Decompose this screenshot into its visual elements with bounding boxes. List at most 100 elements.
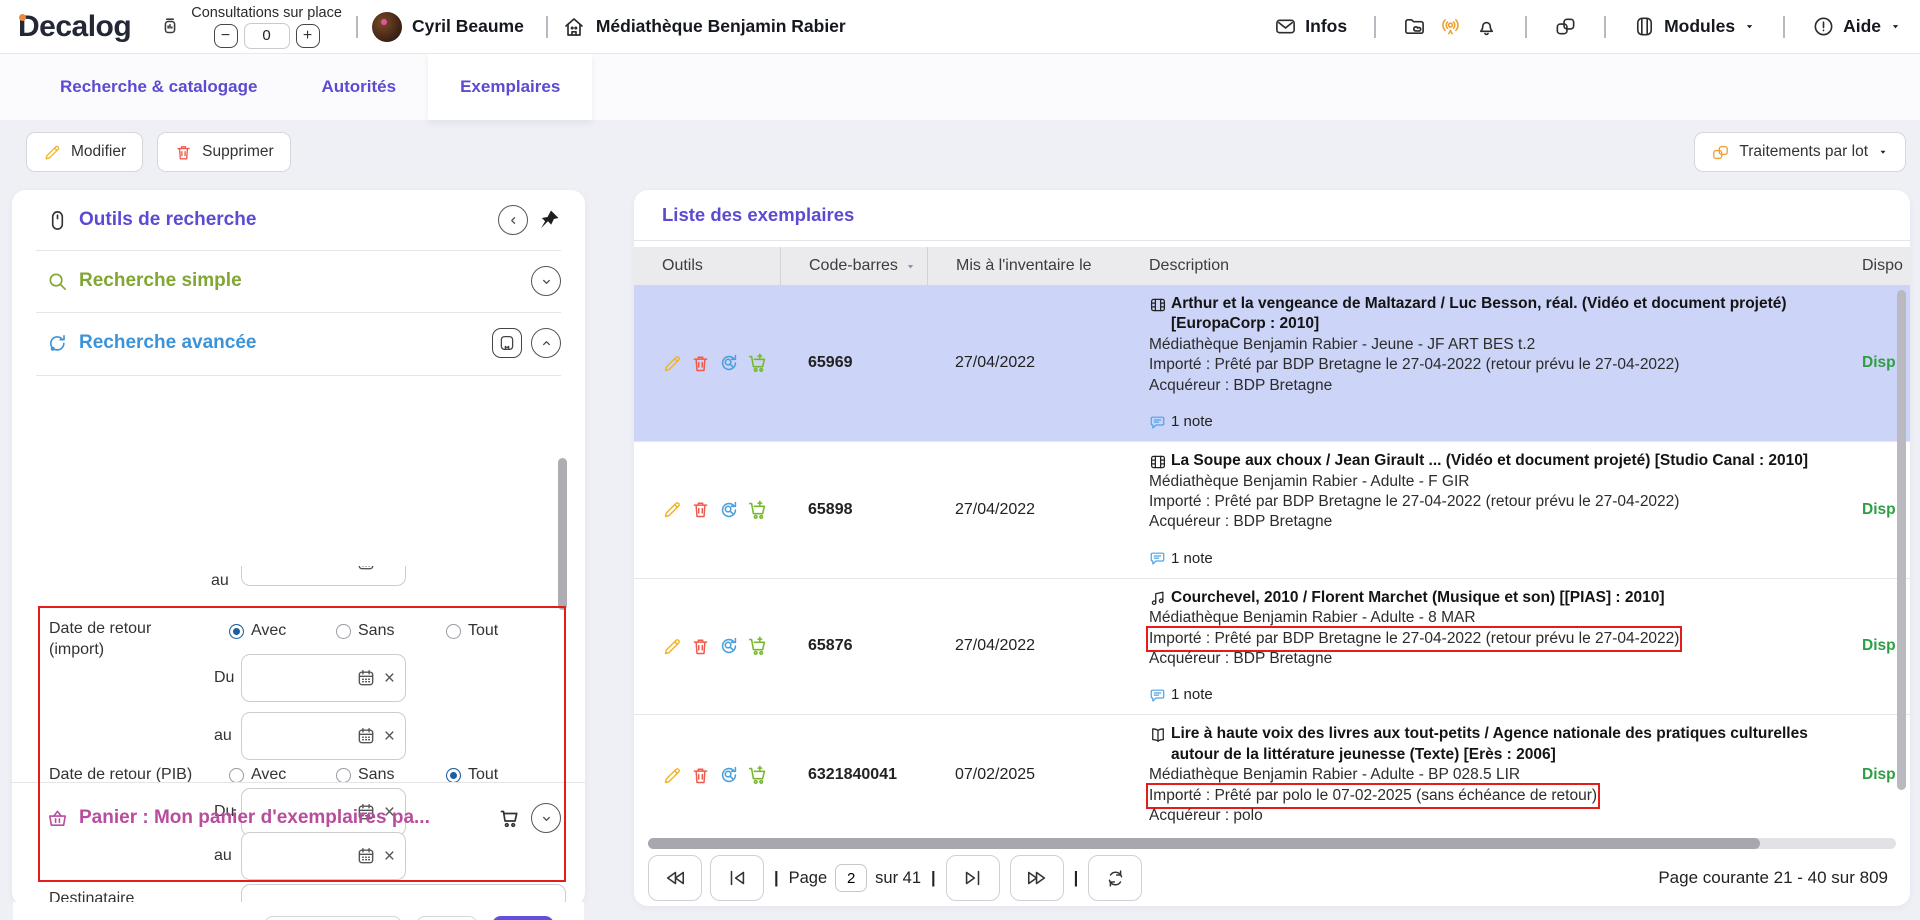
media-type-icon bbox=[1149, 590, 1167, 608]
help-menu[interactable]: Aide bbox=[1812, 15, 1902, 38]
horizontal-scrollbar-track[interactable] bbox=[648, 838, 1896, 849]
expand-simple-search-button[interactable] bbox=[531, 266, 561, 296]
fast-forward-icon bbox=[1026, 867, 1048, 889]
radio-label: Sans bbox=[358, 622, 394, 640]
delete-button[interactable]: Supprimer bbox=[157, 132, 291, 172]
destinataire-input[interactable] bbox=[241, 884, 566, 902]
search-related-icon[interactable] bbox=[718, 352, 740, 374]
collapse-panel-button[interactable] bbox=[498, 205, 528, 235]
fast-previous-button[interactable] bbox=[648, 855, 702, 901]
decrement-button[interactable]: − bbox=[214, 24, 238, 48]
clear-date-icon[interactable]: × bbox=[384, 847, 395, 866]
item-imported-status: Importé : Prêté par BDP Bretagne le 27-0… bbox=[1149, 356, 1679, 373]
delete-item-icon[interactable] bbox=[690, 636, 711, 657]
edit-item-icon[interactable] bbox=[662, 636, 683, 657]
table-row[interactable]: 65969 27/04/2022 Arthur et la vengeance … bbox=[634, 285, 1910, 442]
section-outils-de-recherche[interactable]: Outils de recherche bbox=[12, 190, 585, 250]
broadcast-icon[interactable] bbox=[1439, 15, 1462, 38]
edit-item-icon[interactable] bbox=[662, 353, 683, 374]
item-location: Médiathèque Benjamin Rabier - Jeune - JF… bbox=[1149, 335, 1844, 355]
sort-caret-icon bbox=[904, 260, 917, 273]
radio-dot bbox=[336, 624, 351, 639]
library-house-icon bbox=[562, 15, 586, 39]
calendar-icon[interactable] bbox=[356, 846, 376, 866]
add-to-cart-icon[interactable] bbox=[747, 499, 769, 521]
mouse-icon bbox=[46, 209, 69, 232]
add-to-cart-icon[interactable] bbox=[747, 352, 769, 374]
clear-date-icon[interactable]: × bbox=[384, 669, 395, 688]
edit-item-icon[interactable] bbox=[662, 499, 683, 520]
radio-tout[interactable]: Tout bbox=[446, 622, 498, 640]
section-panier[interactable]: Panier : Mon panier d'exemplaires pa... bbox=[12, 788, 585, 848]
delete-item-icon[interactable] bbox=[690, 353, 711, 374]
radio-dot bbox=[446, 624, 461, 639]
calendar-icon[interactable] bbox=[356, 726, 376, 746]
date-to-input[interactable]: × bbox=[241, 712, 406, 760]
barcode-cell: 65876 bbox=[780, 579, 927, 715]
form-scrollbar-thumb[interactable] bbox=[558, 458, 567, 610]
edit-item-icon[interactable] bbox=[662, 765, 683, 786]
radio-sans[interactable]: Sans bbox=[336, 622, 394, 640]
notifications-bell-icon[interactable] bbox=[1475, 15, 1498, 38]
fast-next-button[interactable] bbox=[1010, 855, 1064, 901]
search-related-icon[interactable] bbox=[718, 764, 740, 786]
delete-item-icon[interactable] bbox=[690, 499, 711, 520]
pin-icon[interactable] bbox=[537, 208, 561, 232]
bookmark-search-button[interactable] bbox=[492, 328, 522, 358]
table-scrollbar-thumb[interactable] bbox=[1897, 290, 1906, 790]
date-input[interactable]: × bbox=[241, 566, 406, 586]
page-total-label: sur 41 bbox=[875, 869, 921, 888]
batch-processing-button[interactable]: Traitements par lot bbox=[1694, 132, 1906, 172]
delete-item-icon[interactable] bbox=[690, 765, 711, 786]
user-name: Cyril Beaume bbox=[412, 16, 524, 37]
clear-date-icon[interactable]: × bbox=[384, 727, 395, 746]
column-code-barres[interactable]: Code-barres bbox=[780, 247, 927, 285]
row-tools bbox=[634, 442, 780, 578]
table-row[interactable]: 65898 27/04/2022 La Soupe aux choux / Je… bbox=[634, 442, 1910, 579]
modify-button[interactable]: Modifier bbox=[26, 132, 143, 172]
results-panel: Liste des exemplaires Outils Code-barres… bbox=[634, 190, 1910, 906]
clear-date-icon[interactable]: × bbox=[384, 566, 395, 572]
user-avatar[interactable] bbox=[372, 12, 402, 42]
links-icon[interactable] bbox=[1554, 15, 1577, 38]
collapse-advanced-search-button[interactable] bbox=[531, 328, 561, 358]
pager-separator: | bbox=[1074, 869, 1079, 888]
horizontal-scrollbar-thumb[interactable] bbox=[648, 838, 1760, 849]
clear-form-button[interactable] bbox=[416, 916, 478, 920]
expand-basket-button[interactable] bbox=[531, 803, 561, 833]
table-row[interactable]: 6321840041 07/02/2025 Lire à haute voix … bbox=[634, 715, 1910, 836]
add-to-cart-icon[interactable] bbox=[747, 764, 769, 786]
counter-device-icon bbox=[159, 16, 181, 38]
calendar-icon[interactable] bbox=[356, 566, 376, 572]
next-page-button[interactable] bbox=[946, 855, 1000, 901]
save-search-button[interactable]: Enregistrer bbox=[264, 916, 402, 920]
add-to-cart-icon[interactable] bbox=[747, 635, 769, 657]
refresh-list-button[interactable] bbox=[1088, 855, 1142, 901]
note-indicator[interactable]: 1 note bbox=[1149, 412, 1850, 432]
search-related-icon[interactable] bbox=[718, 635, 740, 657]
section-recherche-avancee[interactable]: Recherche avancée bbox=[12, 313, 585, 373]
calendar-icon[interactable] bbox=[356, 668, 376, 688]
run-search-button[interactable] bbox=[492, 916, 554, 920]
description-cell: Arthur et la vengeance de Maltazard / Lu… bbox=[1145, 285, 1850, 441]
tab-autorites[interactable]: Autorités bbox=[289, 54, 428, 120]
modules-menu[interactable]: Modules bbox=[1633, 15, 1756, 38]
search-related-icon[interactable] bbox=[718, 499, 740, 521]
media-type-icon bbox=[1149, 726, 1167, 744]
note-indicator[interactable]: 1 note bbox=[1149, 685, 1850, 705]
page-number-input[interactable] bbox=[835, 864, 867, 892]
previous-page-button[interactable] bbox=[710, 855, 764, 901]
date-from-input[interactable]: × bbox=[241, 654, 406, 702]
note-indicator[interactable]: 1 note bbox=[1149, 549, 1850, 569]
tab-recherche-catalogage[interactable]: Recherche & catalogage bbox=[28, 54, 289, 120]
increment-button[interactable]: + bbox=[296, 24, 320, 48]
section-recherche-simple[interactable]: Recherche simple bbox=[12, 251, 585, 311]
note-bubble-icon bbox=[1149, 550, 1166, 567]
consultations-count-input[interactable] bbox=[244, 23, 290, 49]
cart-icon[interactable] bbox=[498, 806, 522, 830]
tab-exemplaires[interactable]: Exemplaires bbox=[428, 54, 592, 120]
infos-menu[interactable]: Infos bbox=[1274, 15, 1347, 38]
table-row[interactable]: 65876 27/04/2022 Courchevel, 2010 / Flor… bbox=[634, 579, 1910, 716]
radio-avec[interactable]: Avec bbox=[229, 622, 286, 640]
folder-cloud-icon[interactable] bbox=[1403, 15, 1426, 38]
